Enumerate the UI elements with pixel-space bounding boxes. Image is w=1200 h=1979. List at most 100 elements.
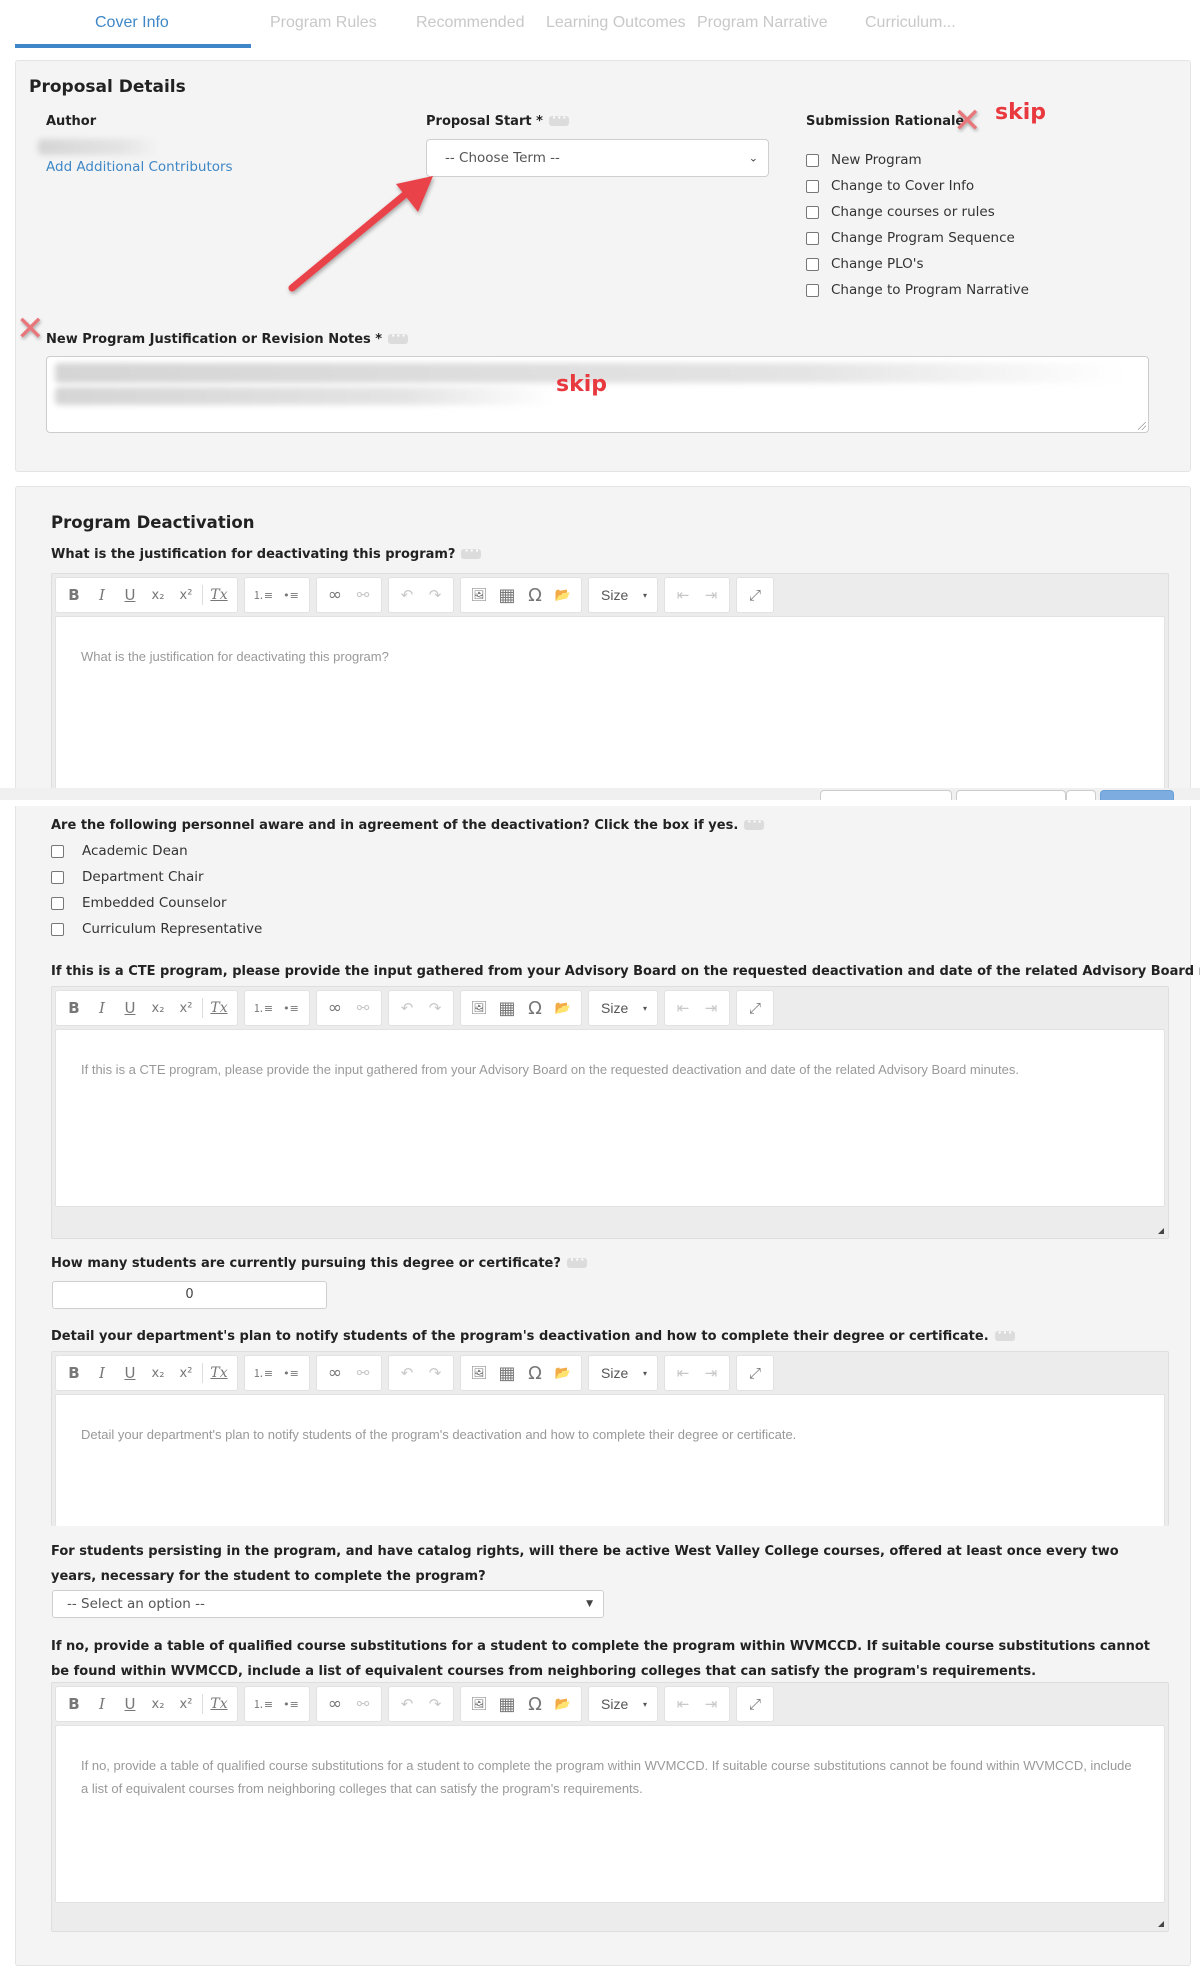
- outdent-icon[interactable]: ⇤: [669, 581, 697, 609]
- redo-icon[interactable]: ↷: [421, 1690, 449, 1718]
- special-character-icon[interactable]: Ω: [521, 1359, 549, 1387]
- tab-learning-outcomes[interactable]: Learning Outcomes: [546, 14, 686, 32]
- numbered-list-icon[interactable]: ⒈≡: [249, 1690, 277, 1718]
- remove-format-icon[interactable]: Tx: [205, 581, 233, 609]
- table-icon[interactable]: ▦: [493, 1359, 521, 1387]
- tab-program-rules[interactable]: Program Rules: [270, 14, 377, 32]
- special-character-icon[interactable]: Ω: [521, 994, 549, 1022]
- underline-icon[interactable]: U: [116, 994, 144, 1022]
- add-contributors-link[interactable]: Add Additional Contributors: [46, 159, 233, 175]
- tab-recommended[interactable]: Recommended: [416, 14, 525, 32]
- subscript-icon[interactable]: x₂: [144, 994, 172, 1022]
- browse-folder-icon[interactable]: 📂: [549, 994, 577, 1022]
- tab-cover-info[interactable]: Cover Info: [95, 14, 169, 32]
- bold-icon[interactable]: B: [60, 581, 88, 609]
- underline-icon[interactable]: U: [116, 1359, 144, 1387]
- checkbox[interactable]: [806, 205, 819, 219]
- bulleted-list-icon[interactable]: •≡: [277, 994, 305, 1022]
- info-icon[interactable]: [744, 815, 765, 830]
- subscript-icon[interactable]: x₂: [144, 1690, 172, 1718]
- special-character-icon[interactable]: Ω: [521, 581, 549, 609]
- image-icon[interactable]: 🖼: [465, 1359, 493, 1387]
- resize-handle[interactable]: [1158, 1228, 1164, 1234]
- editor-content-area[interactable]: Detail your department's plan to notify …: [55, 1394, 1165, 1526]
- italic-icon[interactable]: I: [88, 581, 116, 609]
- redo-icon[interactable]: ↷: [421, 581, 449, 609]
- link-icon[interactable]: ∞: [321, 581, 349, 609]
- persisting-courses-select[interactable]: -- Select an option -- ▼: [52, 1590, 604, 1618]
- font-size-dropdown[interactable]: Size ▾: [589, 587, 657, 603]
- bulleted-list-icon[interactable]: •≡: [277, 581, 305, 609]
- underline-icon[interactable]: U: [116, 581, 144, 609]
- outdent-icon[interactable]: ⇤: [669, 1690, 697, 1718]
- editor-content-area[interactable]: What is the justification for deactivati…: [55, 616, 1165, 812]
- info-icon[interactable]: [548, 111, 569, 126]
- unlink-icon[interactable]: ⚯: [349, 581, 377, 609]
- numbered-list-icon[interactable]: ⒈≡: [249, 581, 277, 609]
- subscript-icon[interactable]: x₂: [144, 1359, 172, 1387]
- undo-icon[interactable]: ↶: [393, 1690, 421, 1718]
- personnel-option[interactable]: Curriculum Representative: [51, 919, 262, 939]
- outdent-icon[interactable]: ⇤: [669, 994, 697, 1022]
- checkbox[interactable]: [51, 870, 64, 884]
- bold-icon[interactable]: B: [60, 1690, 88, 1718]
- font-size-dropdown[interactable]: Size ▾: [589, 1365, 657, 1381]
- rationale-option[interactable]: Change to Program Narrative: [806, 280, 1029, 300]
- special-character-icon[interactable]: Ω: [521, 1690, 549, 1718]
- students-count-input[interactable]: 0: [52, 1281, 327, 1309]
- personnel-option[interactable]: Department Chair: [51, 867, 204, 887]
- superscript-icon[interactable]: x²: [172, 1690, 200, 1718]
- bulleted-list-icon[interactable]: •≡: [277, 1359, 305, 1387]
- maximize-icon[interactable]: ⤢: [741, 994, 769, 1022]
- browse-folder-icon[interactable]: 📂: [549, 1359, 577, 1387]
- info-icon[interactable]: [994, 1326, 1015, 1341]
- maximize-icon[interactable]: ⤢: [741, 1690, 769, 1718]
- browse-folder-icon[interactable]: 📂: [549, 581, 577, 609]
- indent-icon[interactable]: ⇥: [697, 1359, 725, 1387]
- rationale-option[interactable]: New Program: [806, 150, 922, 170]
- italic-icon[interactable]: I: [88, 1690, 116, 1718]
- table-icon[interactable]: ▦: [493, 994, 521, 1022]
- redo-icon[interactable]: ↷: [421, 994, 449, 1022]
- remove-format-icon[interactable]: Tx: [205, 1359, 233, 1387]
- proposal-start-select[interactable]: -- Choose Term -- ⌄: [426, 139, 769, 177]
- remove-format-icon[interactable]: Tx: [205, 994, 233, 1022]
- maximize-icon[interactable]: ⤢: [741, 1359, 769, 1387]
- link-icon[interactable]: ∞: [321, 1690, 349, 1718]
- editor-content-area[interactable]: If this is a CTE program, please provide…: [55, 1029, 1165, 1207]
- unlink-icon[interactable]: ⚯: [349, 1690, 377, 1718]
- numbered-list-icon[interactable]: ⒈≡: [249, 994, 277, 1022]
- bold-icon[interactable]: B: [60, 994, 88, 1022]
- remove-format-icon[interactable]: Tx: [205, 1690, 233, 1718]
- checkbox[interactable]: [51, 896, 64, 910]
- undo-icon[interactable]: ↶: [393, 994, 421, 1022]
- undo-icon[interactable]: ↶: [393, 1359, 421, 1387]
- unlink-icon[interactable]: ⚯: [349, 1359, 377, 1387]
- indent-icon[interactable]: ⇥: [697, 581, 725, 609]
- underline-icon[interactable]: U: [116, 1690, 144, 1718]
- info-icon[interactable]: [566, 1253, 587, 1268]
- font-size-dropdown[interactable]: Size ▾: [589, 1696, 657, 1712]
- checkbox[interactable]: [806, 179, 819, 193]
- checkbox[interactable]: [51, 844, 64, 858]
- subscript-icon[interactable]: x₂: [144, 581, 172, 609]
- checkbox[interactable]: [806, 153, 819, 167]
- rationale-option[interactable]: Change to Cover Info: [806, 176, 974, 196]
- image-icon[interactable]: 🖼: [465, 581, 493, 609]
- rationale-option[interactable]: Change courses or rules: [806, 202, 995, 222]
- numbered-list-icon[interactable]: ⒈≡: [249, 1359, 277, 1387]
- italic-icon[interactable]: I: [88, 1359, 116, 1387]
- editor-content-area[interactable]: If no, provide a table of qualified cour…: [55, 1725, 1165, 1903]
- superscript-icon[interactable]: x²: [172, 581, 200, 609]
- font-size-dropdown[interactable]: Size ▾: [589, 1000, 657, 1016]
- checkbox[interactable]: [806, 231, 819, 245]
- link-icon[interactable]: ∞: [321, 1359, 349, 1387]
- browse-folder-icon[interactable]: 📂: [549, 1690, 577, 1718]
- italic-icon[interactable]: I: [88, 994, 116, 1022]
- info-icon[interactable]: [388, 329, 409, 344]
- image-icon[interactable]: 🖼: [465, 1690, 493, 1718]
- undo-icon[interactable]: ↶: [393, 581, 421, 609]
- checkbox[interactable]: [806, 283, 819, 297]
- superscript-icon[interactable]: x²: [172, 994, 200, 1022]
- bold-icon[interactable]: B: [60, 1359, 88, 1387]
